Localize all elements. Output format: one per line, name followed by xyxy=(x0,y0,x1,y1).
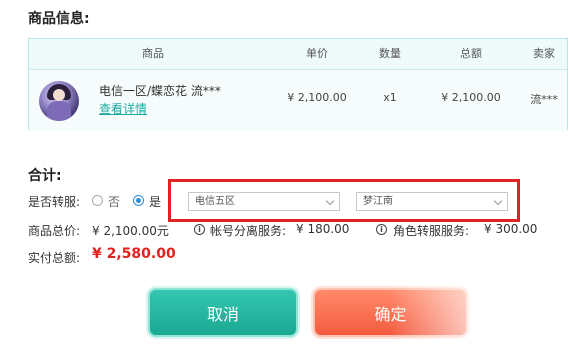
table-row: 电信一区/蝶恋花 流*** 查看详情 ¥ 2,100.00 x1 ¥ 2,100… xyxy=(29,69,567,131)
radio-no[interactable] xyxy=(92,195,103,206)
role-transfer-value: ¥ 300.00 xyxy=(484,222,538,236)
paid-total-label: 实付总额: xyxy=(28,251,81,265)
fade-overlay xyxy=(390,270,579,361)
product-table: 商品 单价 数量 总额 卖家 电信一区/蝶恋花 流*** 查看详情 ¥ 2,10… xyxy=(28,38,568,131)
account-separation-value: ¥ 180.00 xyxy=(296,222,350,236)
goods-total-value: ¥ 2,100.00元 xyxy=(92,224,169,238)
cancel-button[interactable]: 取消 xyxy=(148,288,298,337)
col-header-total: 总额 xyxy=(460,47,482,60)
seller-cell: 流*** xyxy=(530,93,558,106)
info-icon[interactable]: i xyxy=(194,224,205,235)
unit-price-cell: ¥ 2,100.00 xyxy=(287,91,347,104)
quantity-cell: x1 xyxy=(383,91,397,104)
col-header-product: 商品 xyxy=(142,47,164,60)
col-header-unit-price: 单价 xyxy=(306,47,328,60)
radio-yes[interactable] xyxy=(133,195,144,206)
product-info-title: 商品信息: xyxy=(28,11,90,27)
col-header-quantity: 数量 xyxy=(379,47,401,60)
role-transfer-label: 角色转服服务: xyxy=(393,224,470,238)
radio-no-label: 否 xyxy=(108,195,121,209)
product-name: 电信一区/蝶恋花 流*** xyxy=(99,84,221,98)
paid-total-value: ¥ 2,580.00 xyxy=(92,246,176,262)
radio-yes-label: 是 xyxy=(149,195,162,209)
view-details-link[interactable]: 查看详情 xyxy=(99,100,147,117)
total-cell: ¥ 2,100.00 xyxy=(441,91,501,104)
transfer-label: 是否转服: xyxy=(28,195,81,209)
goods-total-label: 商品总价: xyxy=(28,224,81,238)
product-avatar xyxy=(39,81,79,121)
highlight-box xyxy=(168,179,520,222)
summary-title: 合计: xyxy=(28,168,62,184)
col-header-seller: 卖家 xyxy=(533,47,555,60)
account-separation-label: 帐号分离服务: xyxy=(210,224,287,238)
info-icon[interactable]: i xyxy=(376,224,387,235)
